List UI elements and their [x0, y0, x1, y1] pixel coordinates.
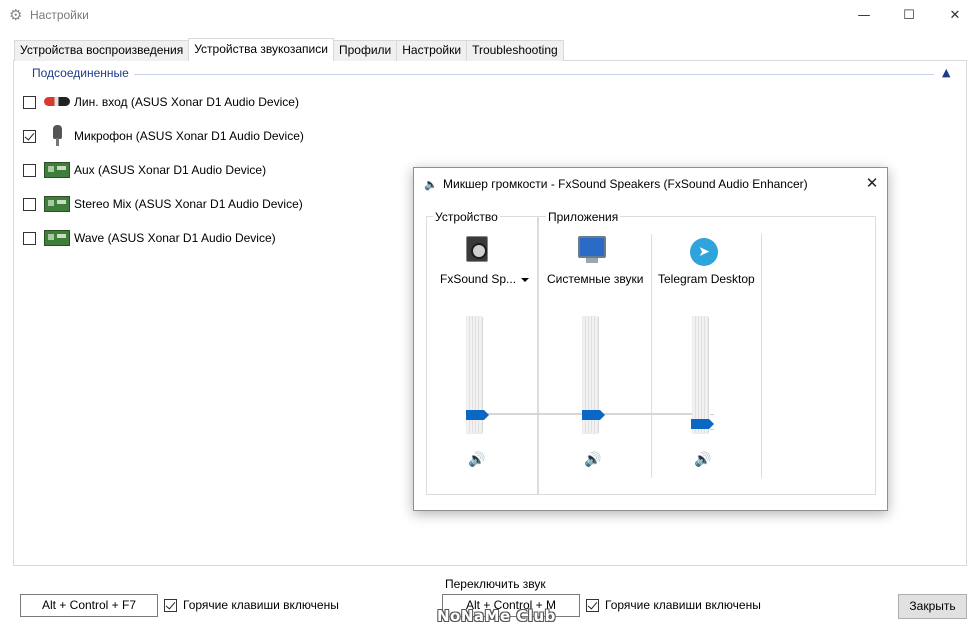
volume-meter — [692, 316, 709, 434]
hotkeys-enabled-toggle-1[interactable]: Горячие клавиши включены — [164, 598, 339, 612]
device-label: Wave (ASUS Xonar D1 Audio Device) — [74, 231, 276, 245]
tab-troubleshooting[interactable]: Troubleshooting — [466, 40, 564, 61]
device-label: Лин. вход (ASUS Xonar D1 Audio Device) — [74, 95, 299, 109]
sound-card-icon — [42, 159, 72, 181]
hotkeys-enabled-toggle-2[interactable]: Горячие клавиши включены — [586, 598, 761, 612]
device-row-aux[interactable]: Aux (ASUS Xonar D1 Audio Device) — [23, 159, 266, 181]
device-label: Микрофон (ASUS Xonar D1 Audio Device) — [74, 129, 304, 143]
microphone-icon — [42, 125, 72, 147]
switch-sound-label: Переключить звук — [445, 577, 546, 591]
device-checkbox[interactable] — [23, 95, 36, 109]
device-checkbox[interactable] — [23, 197, 36, 211]
window-title: Настройки — [30, 8, 89, 22]
app-label-system-sounds: Системные звуки — [547, 272, 644, 286]
group-divider — [134, 74, 934, 75]
watermark: NoNaMe Club — [437, 607, 556, 625]
chevron-down-icon — [521, 277, 530, 282]
device-checkbox[interactable] — [23, 163, 36, 177]
tab-bar: Устройства воспроизведения Устройства зв… — [14, 38, 564, 61]
mixer-close-button[interactable]: ✕ — [862, 173, 882, 193]
hotkeys-label: Горячие клавиши включены — [183, 598, 339, 612]
tab-playback-devices[interactable]: Устройства воспроизведения — [14, 40, 190, 61]
system-sounds-monitor-icon[interactable] — [578, 236, 606, 266]
speaker-icon: 🔈 — [424, 178, 438, 191]
mute-button[interactable]: 🔊 — [583, 450, 603, 470]
hotkey-field-1[interactable]: Alt + Control + F7 — [20, 594, 158, 617]
hotkeys-checkbox[interactable] — [586, 598, 599, 612]
app-label-telegram: Telegram Desktop — [658, 272, 755, 286]
mute-button[interactable]: 🔊 — [467, 450, 487, 470]
speaker-icon[interactable] — [463, 234, 491, 264]
device-row-stereo-mix[interactable]: Stereo Mix (ASUS Xonar D1 Audio Device) — [23, 193, 303, 215]
telegram-icon[interactable]: ➤ — [690, 238, 718, 268]
mute-button[interactable]: 🔊 — [693, 450, 713, 470]
maximize-button[interactable]: ☐ — [886, 0, 932, 31]
column-separator — [651, 234, 652, 478]
hotkeys-checkbox[interactable] — [164, 598, 177, 612]
line-in-cable-icon — [42, 91, 72, 113]
tab-settings[interactable]: Настройки — [396, 40, 468, 61]
volume-slider-thumb[interactable] — [466, 410, 489, 420]
sound-card-icon — [42, 227, 72, 249]
device-row-line-in[interactable]: Лин. вход (ASUS Xonar D1 Audio Device) — [23, 91, 299, 113]
group-header-connected[interactable]: Подсоединенные — [32, 66, 134, 80]
minimize-button[interactable]: — — [841, 0, 887, 31]
device-select[interactable]: FxSound Sp... — [440, 272, 530, 286]
volume-slider-thumb[interactable] — [691, 419, 714, 429]
apps-group-label: Приложения — [546, 210, 621, 224]
close-button[interactable]: Закрыть — [898, 594, 967, 619]
device-select-label: FxSound Sp... — [440, 272, 517, 286]
column-separator — [761, 234, 762, 478]
device-group-label: Устройство — [433, 210, 500, 224]
tab-profiles[interactable]: Профили — [332, 40, 398, 61]
device-checkbox[interactable] — [23, 231, 36, 245]
device-label: Stereo Mix (ASUS Xonar D1 Audio Device) — [74, 197, 303, 211]
title-bar: ⚙ Настройки — ☐ ✕ — [0, 0, 979, 31]
device-row-wave[interactable]: Wave (ASUS Xonar D1 Audio Device) — [23, 227, 276, 249]
device-checkbox[interactable] — [23, 129, 36, 143]
volume-slider-thumb[interactable] — [582, 410, 605, 420]
mixer-title: Микшер громкости - FxSound Speakers (FxS… — [443, 177, 808, 191]
gear-icon: ⚙ — [9, 6, 23, 24]
volume-mixer-window: 🔈 Микшер громкости - FxSound Speakers (F… — [413, 167, 888, 511]
tab-recording-devices[interactable]: Устройства звукозаписи — [188, 38, 334, 61]
hotkeys-label: Горячие клавиши включены — [605, 598, 761, 612]
sound-card-icon — [42, 193, 72, 215]
close-window-button[interactable]: ✕ — [932, 0, 978, 31]
device-row-microphone[interactable]: Микрофон (ASUS Xonar D1 Audio Device) — [23, 125, 304, 147]
chevron-up-icon[interactable]: ▲ — [942, 66, 950, 79]
device-label: Aux (ASUS Xonar D1 Audio Device) — [74, 163, 267, 177]
